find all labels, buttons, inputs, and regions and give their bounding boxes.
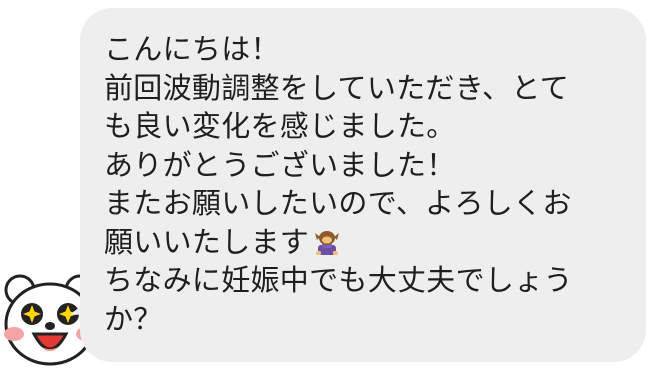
message-line: ちなみに妊娠中でも大丈夫でしょう: [104, 263, 573, 297]
message-line: またお願いしたいので、よろしくお: [104, 186, 572, 220]
message-line: 前回波動調整をしていただき、とて: [104, 70, 570, 105]
message-line-with-emoji: 願いいたします: [104, 223, 634, 262]
star-eye-left-icon: [21, 303, 43, 325]
bowing-person-emoji-icon: [315, 230, 340, 255]
message-line: こんにちは！: [104, 32, 280, 66]
message-line: も良い変化を感じました。: [104, 109, 456, 143]
message-bubble[interactable]: こんにちは！ 前回波動調整をしていただき、とて も良い変化を感じました。 ありが…: [80, 8, 646, 362]
message-line: ありがとうございました！: [104, 147, 456, 182]
message-line: か？: [104, 301, 163, 336]
chat-area: こんにちは！ 前回波動調整をしていただき、とて も良い変化を感じました。 ありが…: [0, 0, 651, 368]
message-line-text: 願いいたします: [104, 224, 310, 259]
